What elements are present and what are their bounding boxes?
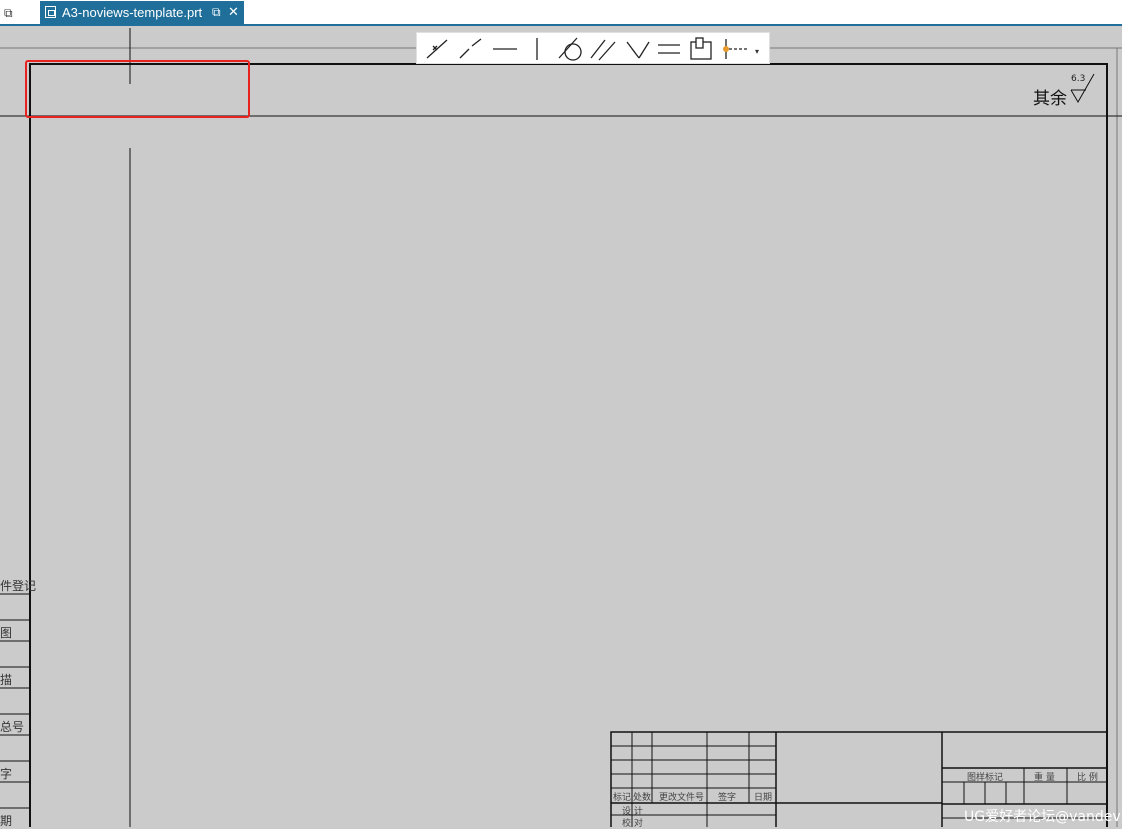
constraint-toolbar: ▾ [416, 32, 770, 64]
point-on-curve-icon[interactable] [457, 36, 485, 62]
drawing-sheet [0, 28, 1122, 827]
horizontal-icon[interactable] [491, 36, 519, 62]
title-block-weight: 重 量 [1034, 773, 1055, 783]
title-block-change-doc: 更改文件号 [659, 793, 705, 803]
tangent-icon[interactable] [557, 36, 585, 62]
chevron-down-icon[interactable]: ▾ [755, 47, 767, 59]
left-label-date: 期 [0, 814, 13, 828]
roughness-note: 其余 [1033, 89, 1067, 109]
title-block-mark: 标记 [613, 793, 632, 803]
left-label-trace: 描 [0, 673, 13, 687]
selection-highlight [25, 60, 250, 118]
fixed-icon[interactable] [687, 36, 715, 62]
vertical-icon[interactable] [523, 36, 551, 62]
roughness-value: 6.3 [1071, 74, 1086, 84]
watermark: UG爱好者论坛@vandev [964, 809, 1121, 825]
midpoint-icon[interactable] [721, 36, 749, 62]
title-block-check: 校 对 [622, 819, 643, 829]
left-label-signature: 字 [0, 767, 13, 781]
perpendicular-icon[interactable] [623, 36, 651, 62]
title-block-drawing-mark: 图样标记 [967, 773, 1004, 783]
equal-length-icon[interactable] [655, 36, 683, 62]
title-block-signature: 签字 [718, 793, 737, 803]
left-label-drawing: 图 [0, 626, 13, 640]
title-block-scale: 比 例 [1077, 773, 1098, 783]
point-constraint-icon[interactable] [423, 36, 451, 62]
parallel-icon[interactable] [589, 36, 617, 62]
left-label-registration: 件登记 [0, 579, 37, 593]
title-block-date: 日期 [754, 793, 773, 803]
left-label-total-number: 总号 [0, 720, 25, 734]
title-block-count: 处数 [633, 793, 652, 803]
